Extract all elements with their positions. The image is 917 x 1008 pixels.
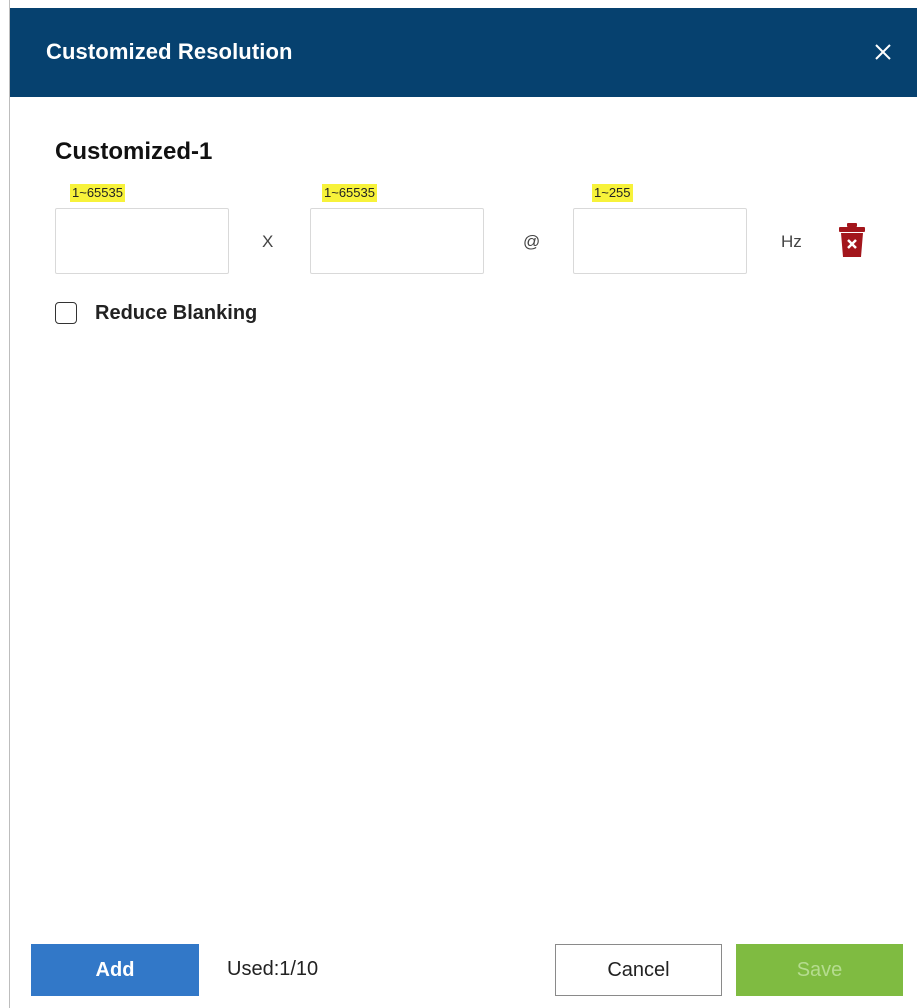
save-button[interactable]: Save xyxy=(736,944,903,996)
refresh-rate-input[interactable] xyxy=(573,208,747,274)
width-input[interactable] xyxy=(55,208,229,274)
refresh-range-hint: 1~255 xyxy=(592,184,633,202)
add-button[interactable]: Add xyxy=(31,944,199,996)
width-range-hint: 1~65535 xyxy=(70,184,125,202)
close-icon xyxy=(875,44,891,60)
close-button[interactable] xyxy=(867,36,899,68)
entry-title: Customized-1 xyxy=(55,138,213,165)
cancel-button[interactable]: Cancel xyxy=(555,944,722,996)
separator-at: @ xyxy=(523,232,541,251)
reduce-blanking-option[interactable]: Reduce Blanking xyxy=(55,298,257,328)
unit-label: Hz xyxy=(781,232,802,251)
customized-resolution-dialog: Customized Resolution Customized-1 1~655… xyxy=(10,8,917,1008)
height-range-hint: 1~65535 xyxy=(322,184,377,202)
height-input[interactable] xyxy=(310,208,484,274)
reduce-blanking-label: Reduce Blanking xyxy=(95,301,258,324)
delete-entry-button[interactable] xyxy=(838,222,866,258)
reduce-blanking-checkbox[interactable] xyxy=(55,302,77,324)
used-count: Used:1/10 xyxy=(227,958,319,980)
dialog-header: Customized Resolution xyxy=(10,8,917,97)
dialog-title: Customized Resolution xyxy=(46,39,293,64)
trash-icon xyxy=(839,223,865,257)
separator-x: X xyxy=(262,232,274,251)
